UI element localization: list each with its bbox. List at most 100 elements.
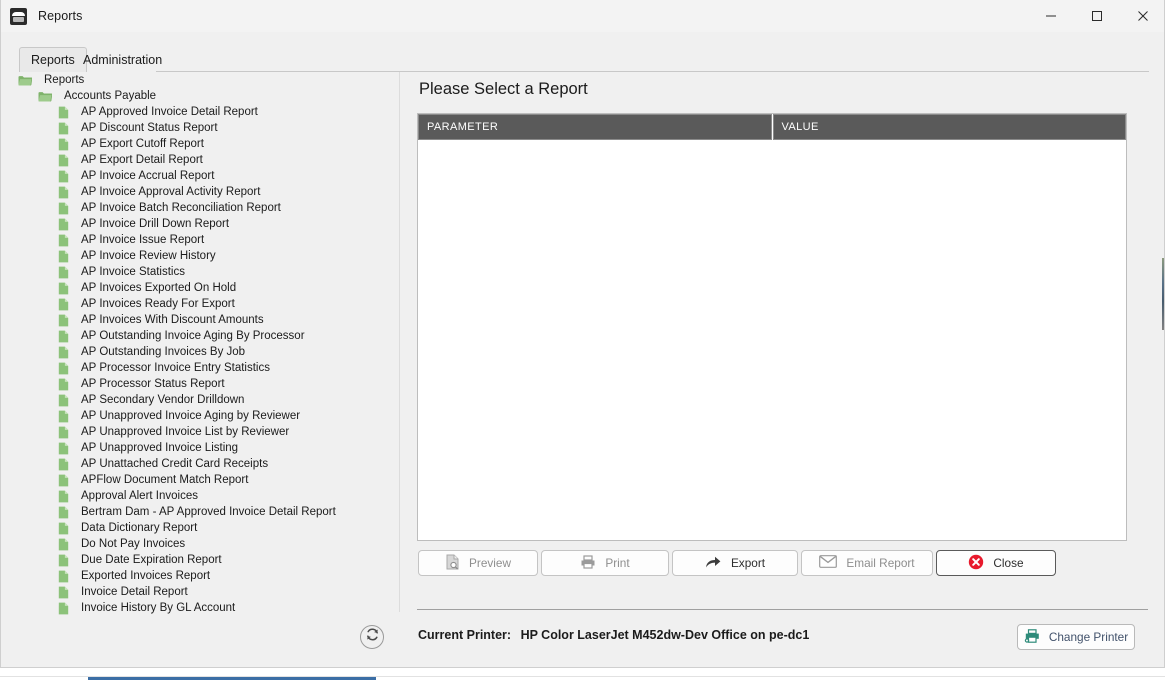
tree-report-item[interactable]: Exported Invoices Report	[12, 568, 386, 584]
tree-report-item[interactable]: AP Invoice Statistics	[12, 264, 386, 280]
tree-item-label: AP Invoice Accrual Report	[81, 169, 215, 182]
tree-report-item[interactable]: AP Export Detail Report	[12, 152, 386, 168]
report-document-icon	[58, 506, 75, 519]
tree-folder-item[interactable]: Reports	[12, 72, 386, 88]
tree-report-item[interactable]: AP Unattached Credit Card Receipts	[12, 456, 386, 472]
tree-item-label: Bertram Dam - AP Approved Invoice Detail…	[81, 505, 336, 518]
tree-scrollbar[interactable]	[383, 72, 769, 612]
report-document-icon	[58, 170, 75, 183]
report-document-icon	[58, 394, 75, 407]
tree-report-item[interactable]: AP Invoice Review History	[12, 248, 386, 264]
tree-report-item[interactable]: AP Processor Invoice Entry Statistics	[12, 360, 386, 376]
tree-item-label: Data Dictionary Report	[81, 521, 198, 534]
close-circle-icon	[968, 554, 984, 573]
tree-report-item[interactable]: AP Invoice Drill Down Report	[12, 216, 386, 232]
tree-report-item[interactable]: AP Processor Status Report	[12, 376, 386, 392]
tree-report-item[interactable]: AP Export Cutoff Report	[12, 136, 386, 152]
maximize-button[interactable]	[1074, 0, 1120, 32]
tree-report-item[interactable]: AP Unapproved Invoice List by Reviewer	[12, 424, 386, 440]
column-header-value[interactable]: VALUE	[772, 114, 1126, 140]
tree-item-label: Invoice Detail Report	[81, 585, 188, 598]
tree-report-item[interactable]: AP Unapproved Invoice Listing	[12, 440, 386, 456]
report-document-icon	[58, 410, 75, 423]
report-document-icon	[58, 474, 75, 487]
parameter-grid[interactable]: PARAMETER VALUE	[417, 113, 1127, 541]
email-report-button[interactable]: Email Report	[801, 550, 933, 576]
tree-report-item[interactable]: AP Discount Status Report	[12, 120, 386, 136]
close-report-button[interactable]: Close	[936, 550, 1056, 576]
app-logo-icon	[10, 7, 27, 25]
export-button[interactable]: Export	[672, 550, 798, 576]
report-document-icon	[58, 522, 75, 535]
tree-report-item[interactable]: APFlow Document Match Report	[12, 472, 386, 488]
tree-report-item[interactable]: Bertram Dam - AP Approved Invoice Detail…	[12, 504, 386, 520]
report-document-icon	[58, 538, 75, 551]
tree-item-label: AP Export Cutoff Report	[81, 137, 204, 150]
window-controls	[1028, 0, 1164, 32]
tree-item-label: AP Invoice Review History	[81, 249, 216, 262]
tab-strip: Reports Administration	[1, 32, 1164, 73]
report-document-icon	[58, 138, 75, 151]
report-document-icon	[58, 250, 75, 263]
column-header-parameter-label: PARAMETER	[427, 121, 499, 133]
tree-item-label: AP Unapproved Invoice List by Reviewer	[81, 425, 290, 438]
current-printer-label: Current Printer:	[418, 628, 512, 642]
tree-item-label: AP Unattached Credit Card Receipts	[81, 457, 269, 470]
parameter-grid-header: PARAMETER VALUE	[418, 114, 1126, 140]
change-printer-button[interactable]: Change Printer	[1017, 624, 1135, 650]
tree-item-label: AP Unapproved Invoice Aging by Reviewer	[81, 409, 301, 422]
minimize-button[interactable]	[1028, 0, 1074, 32]
report-parameters-panel: Please Select a Report PARAMETER VALUE	[417, 80, 1129, 600]
tree-item-label: AP Invoice Approval Activity Report	[81, 185, 261, 198]
tree-report-item[interactable]: AP Invoice Approval Activity Report	[12, 184, 386, 200]
panel-divider	[399, 72, 400, 612]
tree-report-item[interactable]: AP Invoice Issue Report	[12, 232, 386, 248]
title-bar: Reports	[1, 0, 1164, 32]
report-document-icon	[58, 106, 75, 119]
refresh-button[interactable]	[360, 625, 384, 649]
tree-report-item[interactable]: AP Invoices Ready For Export	[12, 296, 386, 312]
report-document-icon	[58, 234, 75, 247]
tree-item-label: AP Invoice Statistics	[81, 265, 185, 278]
tree-report-item[interactable]: AP Approved Invoice Detail Report	[12, 104, 386, 120]
column-header-parameter[interactable]: PARAMETER	[418, 114, 772, 140]
tree-report-item[interactable]: AP Outstanding Invoices By Job	[12, 344, 386, 360]
window-title: Reports	[38, 9, 83, 23]
tree-item-label: AP Outstanding Invoice Aging By Processo…	[81, 329, 305, 342]
footer-divider	[417, 609, 1148, 610]
report-document-icon	[58, 378, 75, 391]
tree-report-item[interactable]: AP Invoices With Discount Amounts	[12, 312, 386, 328]
tree-report-item[interactable]: Due Date Expiration Report	[12, 552, 386, 568]
tree-item-label: AP Processor Invoice Entry Statistics	[81, 361, 270, 374]
report-document-icon	[58, 282, 75, 295]
report-tree[interactable]: Reports Accounts Payable AP Approved Invoi…	[12, 72, 386, 654]
tree-report-item[interactable]: Approval Alert Invoices	[12, 488, 386, 504]
tree-report-item[interactable]: Do Not Pay Invoices	[12, 536, 386, 552]
tree-report-item[interactable]: AP Invoice Accrual Report	[12, 168, 386, 184]
tree-report-item[interactable]: Invoice History By GL Account	[12, 600, 386, 616]
report-document-icon	[58, 426, 75, 439]
folder-icon	[18, 75, 38, 86]
tab-administration[interactable]: Administration	[72, 48, 173, 73]
change-printer-button-label: Change Printer	[1048, 630, 1129, 644]
tree-report-item[interactable]: AP Outstanding Invoice Aging By Processo…	[12, 328, 386, 344]
tree-item-label: AP Secondary Vendor Drilldown	[81, 393, 245, 406]
report-document-icon	[58, 186, 75, 199]
tree-item-label: Reports	[44, 73, 85, 86]
tree-report-item[interactable]: AP Invoices Exported On Hold	[12, 280, 386, 296]
tree-item-label: APFlow Document Match Report	[81, 473, 249, 486]
tree-report-item[interactable]: AP Secondary Vendor Drilldown	[12, 392, 386, 408]
page-title: Please Select a Report	[419, 80, 588, 98]
tree-report-item[interactable]: Data Dictionary Report	[12, 520, 386, 536]
tree-report-item[interactable]: AP Unapproved Invoice Aging by Reviewer	[12, 408, 386, 424]
preview-button[interactable]: Preview	[418, 550, 538, 576]
print-button-label: Print	[605, 556, 630, 570]
column-header-value-label: VALUE	[781, 121, 819, 133]
document-search-icon	[445, 554, 460, 573]
print-button[interactable]: Print	[541, 550, 669, 576]
tree-report-item[interactable]: AP Invoice Batch Reconciliation Report	[12, 200, 386, 216]
tree-report-item[interactable]: Invoice Detail Report	[12, 584, 386, 600]
tree-folder-item[interactable]: Accounts Payable	[12, 88, 386, 104]
close-button[interactable]	[1120, 0, 1164, 32]
printer-icon	[580, 554, 596, 572]
